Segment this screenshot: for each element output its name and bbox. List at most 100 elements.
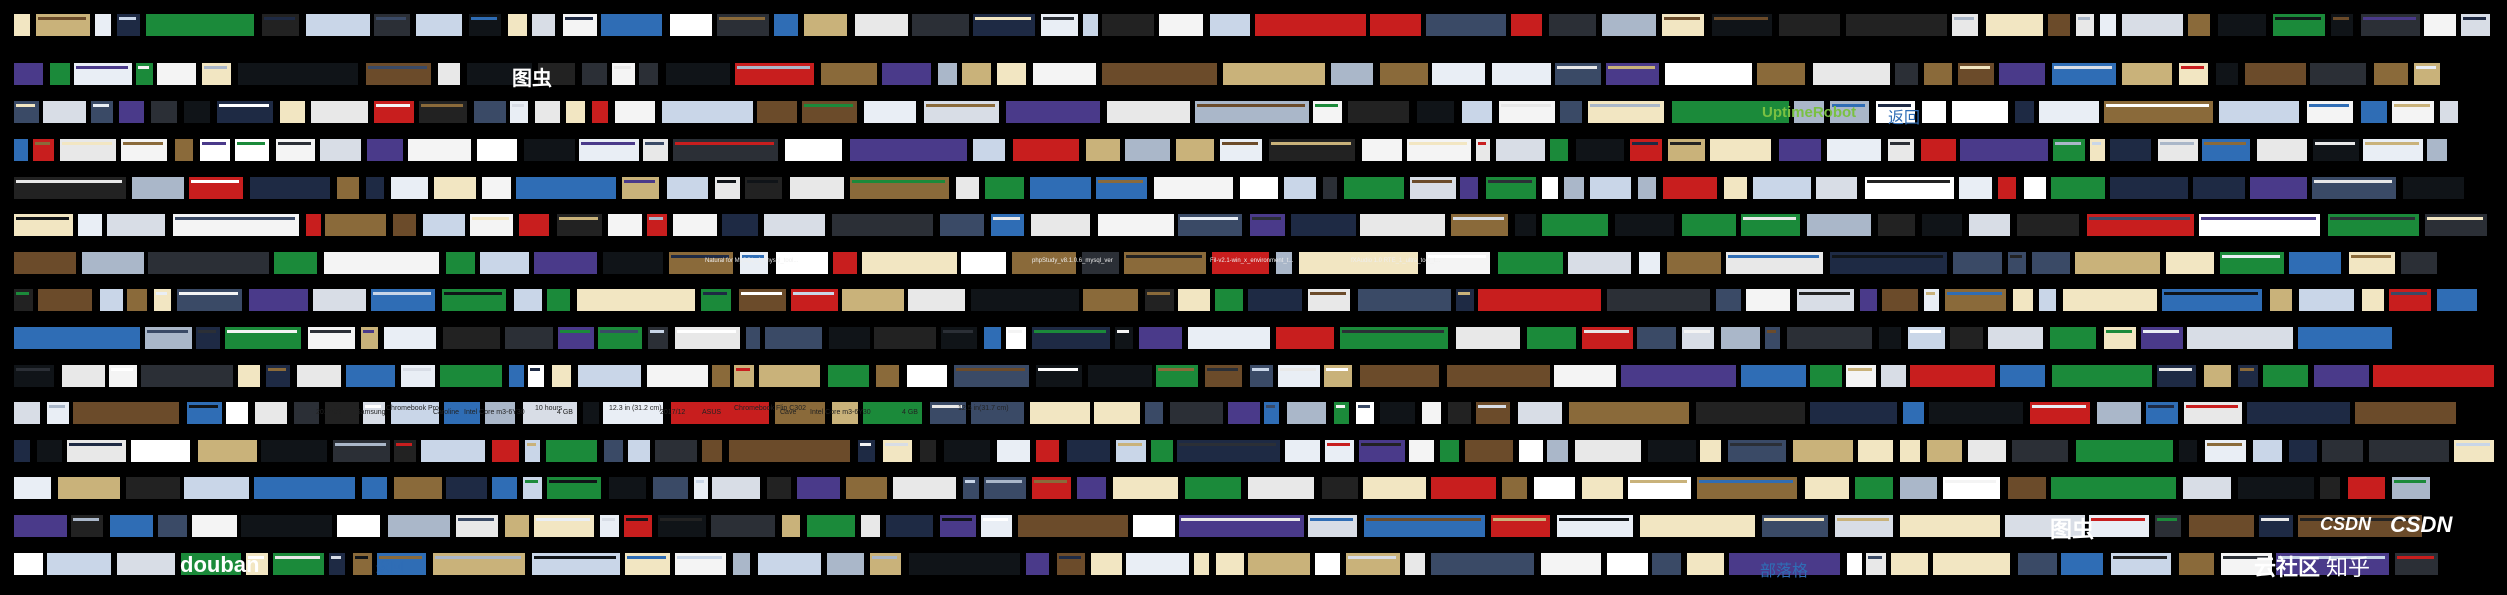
thumbnail-tile [1640, 515, 1755, 537]
thumbnail-detail [2201, 217, 2316, 220]
thumbnail-detail [1361, 443, 1401, 446]
thumbnail-tile [421, 440, 485, 462]
row-5 [0, 177, 2507, 199]
thumbnail-tile [722, 214, 758, 236]
thumbnail-detail [264, 17, 295, 20]
thumbnail-detail [35, 142, 50, 145]
thumbnail-tile [807, 515, 855, 537]
thumbnail-tile [374, 101, 414, 123]
thumbnail-tile [592, 101, 608, 123]
thumbnail-tile [1860, 289, 1877, 311]
thumbnail-detail [525, 480, 538, 483]
thumbnail-tile [1380, 402, 1415, 424]
thumbnail-tile [442, 289, 506, 311]
thumbnail-detail [1848, 368, 1872, 371]
thumbnail-tile [1950, 327, 1983, 349]
thumbnail-tile [563, 14, 597, 36]
thumbnail-tile [60, 139, 116, 161]
thumbnail-tile [1177, 440, 1280, 462]
thumbnail-tile [1527, 327, 1576, 349]
thumbnail-detail [1453, 217, 1504, 220]
thumbnail-tile [1835, 515, 1893, 537]
thumbnail-tile [525, 440, 540, 462]
thumbnail-detail [1412, 180, 1452, 183]
thumbnail-tile [1630, 139, 1662, 161]
thumbnail-tile [1126, 553, 1189, 575]
thumbnail-tile [121, 139, 167, 161]
thumbnail-tile [95, 14, 111, 36]
thumbnail-tile [2050, 327, 2096, 349]
thumbnail-tile [508, 14, 527, 36]
thumbnail-tile [579, 139, 639, 161]
thumbnail-tile [1797, 289, 1854, 311]
thumbnail-tile [1410, 177, 1456, 199]
tuchong-logo-1: 图虫 [512, 68, 552, 90]
thumbnail-tile [2097, 402, 2141, 424]
thumbnail-detail [1207, 368, 1238, 371]
thumbnail-tile [367, 139, 403, 161]
thumbnail-detail [2240, 368, 2254, 371]
thumbnail-tile [1805, 477, 1849, 499]
thumbnail-tile [861, 515, 880, 537]
thumbnail-tile [1515, 214, 1536, 236]
row-6 [0, 214, 2507, 236]
thumbnail-detail [627, 556, 666, 559]
thumbnail-tile [1409, 440, 1434, 462]
thumbnail-tile [337, 177, 359, 199]
thumbnail-tile [419, 101, 467, 123]
thumbnail-detail [1118, 443, 1142, 446]
thumbnail-detail [2054, 66, 2112, 69]
thumbnail-tile [1091, 553, 1122, 575]
thumbnail-detail [530, 368, 540, 371]
thumbnail-tile [1903, 402, 1924, 424]
thumbnail-detail [2291, 255, 2337, 258]
thumbnail-tile [2424, 14, 2456, 36]
thumbnail-tile [1223, 63, 1325, 85]
thumbnail-detail [983, 518, 1008, 521]
row-1 [0, 14, 2507, 36]
thumbnail-detail [1034, 330, 1106, 333]
thumbnail-tile [2183, 477, 2231, 499]
thumbnail-tile [2454, 440, 2494, 462]
thumbnail-tile [1638, 177, 1656, 199]
thumbnail-detail [147, 330, 188, 333]
thumbnail-detail [1478, 405, 1506, 408]
thumbnail-detail [2315, 142, 2355, 145]
thumbnail-detail [198, 330, 216, 333]
thumbnail-detail [2222, 255, 2280, 258]
thumbnail-tile [2289, 252, 2341, 274]
thumbnail-tile [78, 214, 102, 236]
thumbnail-tile [1476, 402, 1510, 424]
thumbnail-tile [711, 515, 775, 537]
thumbnail-detail [626, 518, 648, 521]
thumbnail-tile [1665, 63, 1752, 85]
thumbnail-tile [408, 139, 471, 161]
thumbnail-tile [547, 477, 601, 499]
thumbnail-tile [266, 365, 290, 387]
thumbnail-tile [1945, 289, 2006, 311]
thumbnail-tile [1847, 553, 1862, 575]
thumbnail-tile [1908, 327, 1945, 349]
thumbnail-tile [33, 139, 54, 161]
thumbnail-tile [1663, 177, 1717, 199]
thumbnail-tile [578, 365, 641, 387]
thumbnail-tile [2087, 214, 2194, 236]
chip-asus-screen: 12.5 in(31.7 cm) [958, 405, 1009, 412]
thumbnail-tile [14, 327, 140, 349]
thumbnail-detail [1271, 142, 1351, 145]
thumbnail-tile [758, 553, 821, 575]
thumbnail-detail [275, 556, 320, 559]
thumbnail-detail [804, 104, 853, 107]
thumbnail-tile [1588, 101, 1664, 123]
thumbnail-tile [1958, 63, 1994, 85]
thumbnail-detail [268, 368, 286, 371]
thumbnail-tile [141, 365, 233, 387]
thumbnail-tile [119, 101, 144, 123]
thumbnail-detail [942, 518, 972, 521]
thumbnail-tile [846, 477, 887, 499]
thumbnail-tile [1998, 177, 2016, 199]
thumbnail-detail [1926, 292, 1935, 295]
thumbnail-tile [337, 515, 380, 537]
thumbnail-tile [136, 63, 153, 85]
thumbnail-tile [2263, 365, 2308, 387]
